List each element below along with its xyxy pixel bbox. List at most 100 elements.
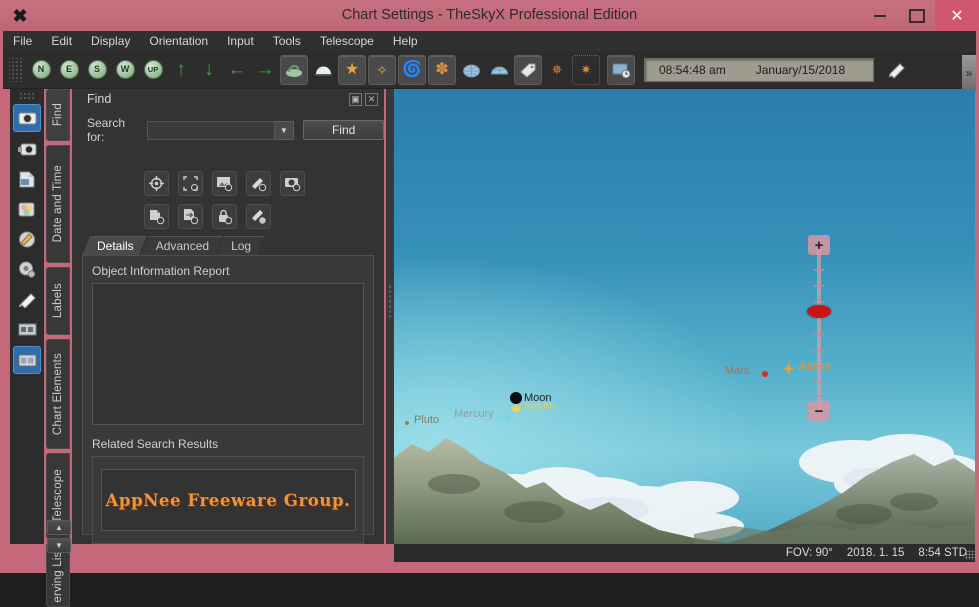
look-south-button[interactable]: S xyxy=(84,56,110,84)
menu-input[interactable]: Input xyxy=(227,34,254,48)
toolbar-overflow-button[interactable]: » xyxy=(962,55,976,91)
rail-item-color-palette[interactable] xyxy=(14,196,40,222)
find-panel-title: Find xyxy=(87,92,112,106)
tab-log[interactable]: Log xyxy=(216,236,264,256)
pan-down-button[interactable]: ↓ xyxy=(196,56,222,84)
search-history-dropdown-icon[interactable]: ▼ xyxy=(274,120,295,140)
tab-advanced[interactable]: Advanced xyxy=(141,236,222,256)
pan-right-button[interactable]: → xyxy=(252,56,278,84)
maximize-button[interactable] xyxy=(898,0,935,31)
zoom-slider-handle[interactable] xyxy=(807,305,831,318)
labels-button[interactable] xyxy=(514,54,542,85)
rail-item-camera-selected[interactable] xyxy=(13,104,41,132)
application-window: ✖ Chart Settings - TheSkyX Professional … xyxy=(0,0,979,607)
rail-item-telescope[interactable] xyxy=(14,286,40,312)
constellation-lines-button[interactable]: ✵ xyxy=(544,56,570,84)
grid-button[interactable] xyxy=(458,56,484,84)
menu-telescope[interactable]: Telescope xyxy=(320,34,374,48)
mercury-cross-icon xyxy=(502,411,515,424)
menu-bar: File Edit Display Orientation Input Tool… xyxy=(3,31,976,51)
find-scope-target-button[interactable] xyxy=(246,204,271,229)
find-photo-button[interactable] xyxy=(280,171,305,196)
vtab-labels[interactable]: Labels xyxy=(46,267,70,335)
zoom-slider[interactable]: + − xyxy=(807,235,831,421)
status-time: 8:54 STD xyxy=(918,547,967,559)
object-information-report-box[interactable] xyxy=(92,283,364,425)
look-north-button[interactable]: N xyxy=(28,56,54,84)
find-image-button[interactable] xyxy=(212,171,237,196)
find-export-button[interactable] xyxy=(178,204,203,229)
center-target-icon xyxy=(149,176,164,191)
rail-item-filmstrip[interactable] xyxy=(14,316,40,342)
find-tool-row-1 xyxy=(144,171,305,196)
tab-scroll-down-button[interactable]: ▼ xyxy=(47,538,71,553)
rail-item-chart-panel-selected[interactable] xyxy=(13,346,41,374)
find-copy-button[interactable] xyxy=(144,204,169,229)
zoom-slider-track[interactable] xyxy=(817,249,821,411)
constellation-boundaries-button[interactable]: ✷ xyxy=(572,54,600,85)
daylight-button[interactable] xyxy=(310,56,336,84)
panel-splitter[interactable] xyxy=(386,89,394,544)
stars-button[interactable]: ★ xyxy=(338,54,366,85)
menu-edit[interactable]: Edit xyxy=(51,34,72,48)
menu-orientation[interactable]: Orientation xyxy=(149,34,208,48)
pluto-dot xyxy=(405,421,409,425)
arrow-right-icon: → xyxy=(255,59,275,80)
menu-display[interactable]: Display xyxy=(91,34,130,48)
vtab-date-and-time[interactable]: Date and Time xyxy=(46,145,70,263)
look-east-button[interactable]: E xyxy=(56,56,82,84)
menu-help[interactable]: Help xyxy=(393,34,418,48)
horizon-and-atmosphere-button[interactable] xyxy=(280,54,308,85)
vtab-find-label: Find xyxy=(52,103,64,127)
details-tab-body: Object Information Report Related Search… xyxy=(82,255,374,544)
nebulae-button[interactable]: ✽ xyxy=(428,54,456,85)
vtab-date-and-time-label: Date and Time xyxy=(52,165,64,243)
look-up-button[interactable]: UP xyxy=(140,56,166,84)
pan-up-button[interactable]: ↑ xyxy=(168,56,194,84)
window-resize-grip[interactable] xyxy=(965,550,975,560)
galaxies-button[interactable]: 🌀 xyxy=(398,54,426,85)
tab-details[interactable]: Details xyxy=(82,236,147,256)
clock-window-icon xyxy=(612,63,630,78)
toolbar-drag-grip[interactable] xyxy=(9,57,23,82)
telescope-connect-button[interactable] xyxy=(884,56,910,84)
zoom-out-button[interactable]: − xyxy=(808,401,830,421)
image-icon xyxy=(217,177,233,192)
rail-item-settings-gear[interactable] xyxy=(14,256,40,282)
find-center-button[interactable] xyxy=(144,171,169,196)
sky-chart-view[interactable]: Pluto Mercury Saturn Moon Mars Jupiter xyxy=(394,89,975,544)
vtab-chart-elements[interactable]: Chart Elements xyxy=(46,339,70,449)
find-frame-button[interactable] xyxy=(178,171,203,196)
find-panel-header: Find ▣ ✕ xyxy=(72,89,384,113)
status-bar: FOV: 90° 2018. 1. 15 8:54 STD xyxy=(394,544,975,562)
vtab-find[interactable]: Find xyxy=(46,89,70,141)
label-tag-icon xyxy=(520,63,536,78)
tab-scroll-up-button[interactable]: ▲ xyxy=(47,520,71,535)
rail-item-pencil-tools[interactable] xyxy=(14,226,40,252)
rail-item-document[interactable] xyxy=(14,166,40,192)
star-clusters-button[interactable]: ✧ xyxy=(368,54,396,85)
pan-left-button[interactable]: ← xyxy=(224,56,250,84)
find-lock-button[interactable] xyxy=(212,204,237,229)
date-time-button[interactable] xyxy=(607,54,635,85)
menu-tools[interactable]: Tools xyxy=(273,34,301,48)
compass-e-icon: E xyxy=(59,60,79,79)
horizon-grid-button[interactable] xyxy=(486,56,512,84)
rail-drag-grip[interactable] xyxy=(19,92,35,100)
close-button[interactable]: ✕ xyxy=(935,0,979,31)
moon-dot xyxy=(510,392,522,404)
current-time-text: 08:54:48 am xyxy=(659,62,726,77)
menu-file[interactable]: File xyxy=(13,34,32,48)
rail-item-camera[interactable] xyxy=(14,136,40,162)
find-telescope-slew-button[interactable] xyxy=(246,171,271,196)
compass-n-icon: N xyxy=(31,60,51,79)
minimize-button[interactable] xyxy=(861,0,898,31)
photo-camera-icon xyxy=(285,178,301,192)
close-panel-icon[interactable]: ✕ xyxy=(365,93,378,106)
related-search-results-box[interactable]: AppNee Freeware Group. xyxy=(92,456,364,544)
date-time-field[interactable]: 08:54:48 am January/15/2018 xyxy=(644,57,874,82)
find-button[interactable]: Find xyxy=(303,120,384,140)
look-west-button[interactable]: W xyxy=(112,56,138,84)
float-panel-icon[interactable]: ▣ xyxy=(349,93,362,106)
search-input[interactable] xyxy=(146,120,275,140)
